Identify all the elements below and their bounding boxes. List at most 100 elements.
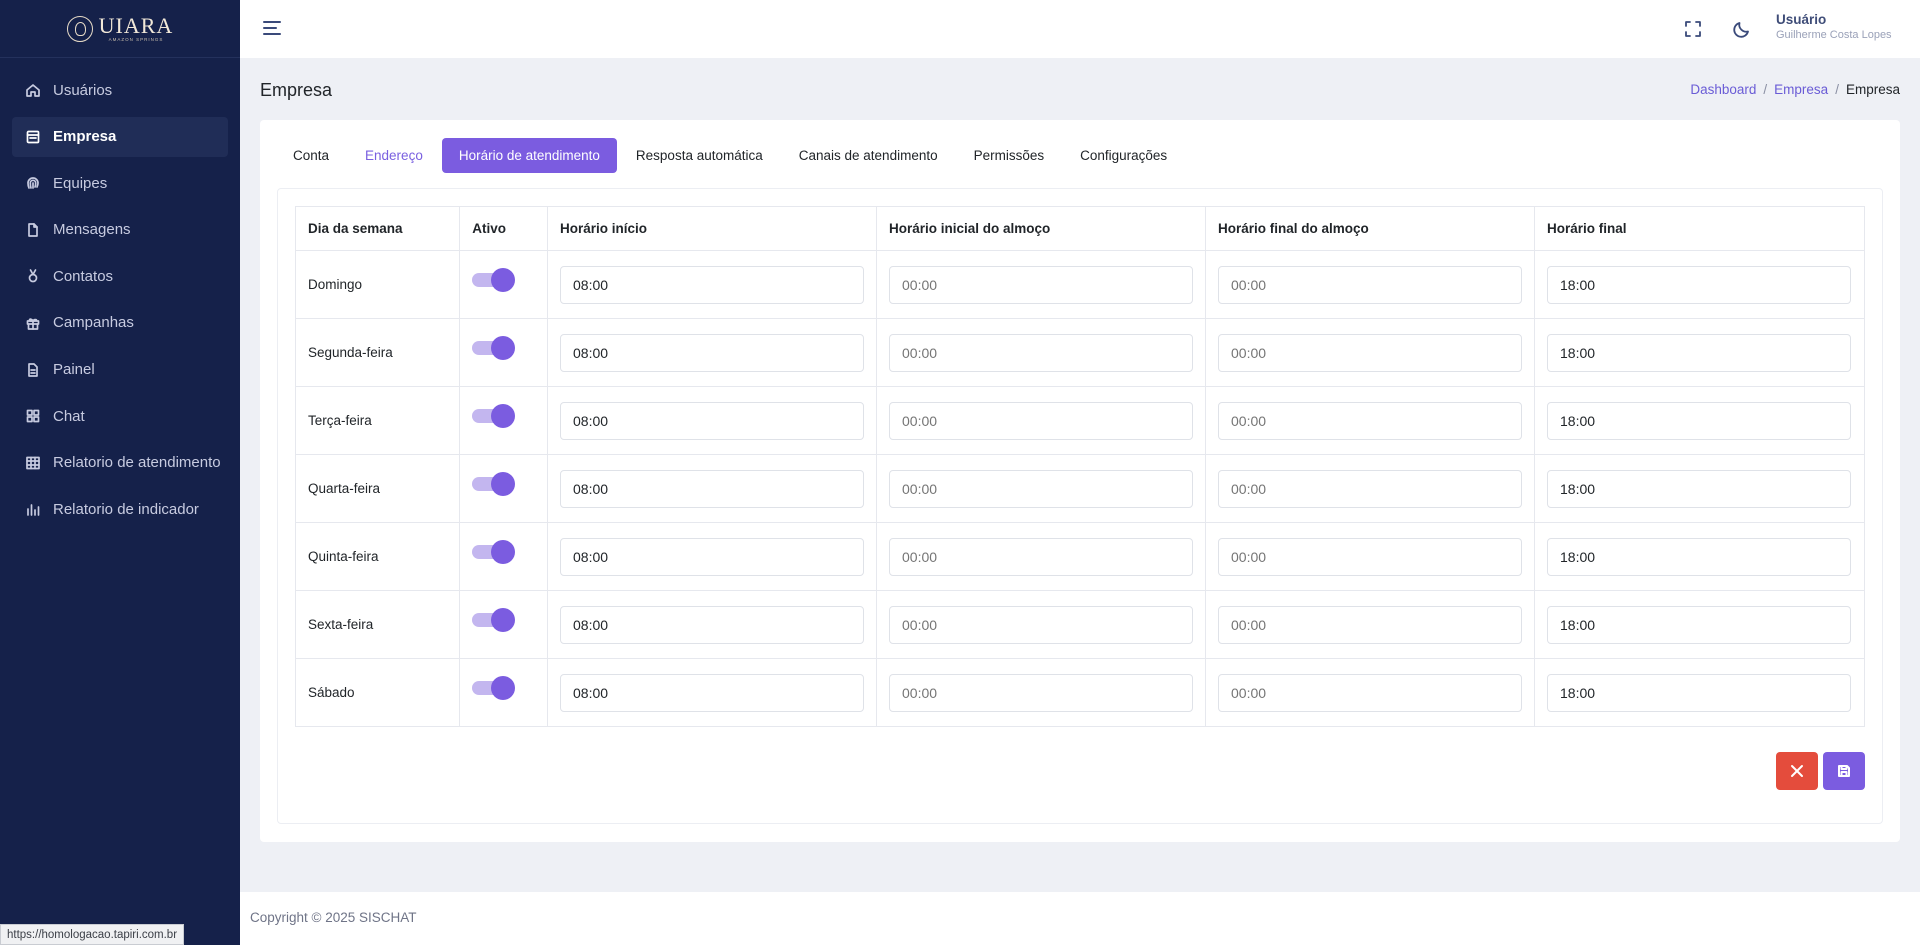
table-header-row: Dia da semana Ativo Horário início Horár…: [294, 206, 1865, 251]
status-bar-url: https://homologacao.tapiri.com.br: [0, 924, 185, 945]
end-time-input[interactable]: [1547, 469, 1851, 508]
start-time-input[interactable]: [560, 605, 864, 644]
tab-horario-de-atendimento[interactable]: Horário de atendimento: [441, 138, 617, 173]
tab-canais-de-atendimento[interactable]: Canais de atendimento: [782, 138, 955, 173]
sidebar-item-relatorio-de-indicador[interactable]: Relatorio de indicador: [12, 489, 228, 529]
lunch-start-input[interactable]: [889, 265, 1193, 304]
sidebar-item-label: Chat: [53, 407, 85, 425]
brand-logo[interactable]: UIARA AMAZON SPRINGS: [0, 0, 240, 58]
header-lunch-start: Horário inicial do almoço: [876, 206, 1206, 251]
start-time-input[interactable]: [560, 469, 864, 508]
brand-name: UIARA: [98, 13, 174, 38]
start-time-input[interactable]: [560, 537, 864, 576]
header-start: Horário início: [547, 206, 877, 251]
sidebar-item-mensagens[interactable]: Mensagens: [12, 210, 228, 250]
save-button[interactable]: [1823, 752, 1865, 790]
day-name: Terça-feira: [294, 386, 461, 455]
sidebar: UIARA AMAZON SPRINGS Usuários Empresa Equi…: [0, 0, 240, 945]
tab-resposta-automatica[interactable]: Resposta automática: [619, 138, 780, 173]
active-toggle[interactable]: [472, 404, 516, 428]
header-active: Ativo: [459, 206, 548, 251]
sidebar-item-label: Equipes: [53, 174, 108, 192]
menu-toggle-icon[interactable]: [262, 18, 282, 38]
lunch-end-input[interactable]: [1218, 537, 1522, 576]
tab-permissoes[interactable]: Permissões: [957, 138, 1062, 173]
day-name: Domingo: [294, 250, 461, 319]
end-time-input[interactable]: [1547, 401, 1851, 440]
header-lunch-end: Horário final do almoço: [1205, 206, 1535, 251]
lunch-start-input[interactable]: [889, 333, 1193, 372]
user-menu[interactable]: Usuário Guilherme Costa Lopes: [1776, 12, 1892, 41]
breadcrumb-empresa[interactable]: Empresa: [1774, 82, 1828, 97]
user-name: Guilherme Costa Lopes: [1776, 29, 1892, 41]
lunch-end-input[interactable]: [1218, 605, 1522, 644]
active-toggle[interactable]: [472, 540, 516, 564]
sidebar-item-campanhas[interactable]: Campanhas: [12, 303, 228, 343]
header-day: Dia da semana: [294, 206, 461, 251]
sidebar-item-contatos[interactable]: Contatos: [12, 256, 228, 296]
end-time-input[interactable]: [1547, 265, 1851, 304]
save-icon: [1838, 765, 1850, 777]
sidebar-item-label: Contatos: [53, 267, 114, 285]
lunch-end-input[interactable]: [1218, 469, 1522, 508]
table-row: Segunda-feira: [294, 318, 1865, 387]
fullscreen-icon[interactable]: [1683, 19, 1703, 39]
end-time-input[interactable]: [1547, 537, 1851, 576]
sidebar-item-label: Campanhas: [53, 314, 134, 332]
page-title: Empresa: [260, 80, 333, 100]
lunch-end-input[interactable]: [1218, 673, 1522, 712]
fingerprint-icon: [25, 175, 41, 191]
lunch-start-input[interactable]: [889, 673, 1193, 712]
logo-mark-icon: [66, 15, 93, 42]
active-toggle[interactable]: [472, 608, 516, 632]
sidebar-item-painel[interactable]: Painel: [12, 350, 228, 390]
day-name: Quinta-feira: [294, 522, 461, 591]
lunch-start-input[interactable]: [889, 605, 1193, 644]
day-name: Segunda-feira: [294, 318, 461, 387]
lunch-end-input[interactable]: [1218, 265, 1522, 304]
active-toggle[interactable]: [472, 268, 516, 292]
sidebar-item-relatorio-de-atendimento[interactable]: Relatorio de atendimento: [12, 443, 228, 483]
active-toggle[interactable]: [472, 472, 516, 496]
gift-icon: [25, 315, 41, 331]
end-time-input[interactable]: [1547, 333, 1851, 372]
table-row: Quinta-feira: [294, 522, 1865, 591]
end-time-input[interactable]: [1547, 605, 1851, 644]
end-time-input[interactable]: [1547, 673, 1851, 712]
lunch-start-input[interactable]: [889, 537, 1193, 576]
active-toggle[interactable]: [472, 676, 516, 700]
active-toggle[interactable]: [472, 336, 516, 360]
active-cell: [459, 318, 548, 387]
building-icon: [25, 129, 41, 145]
sidebar-item-usuarios[interactable]: Usuários: [12, 70, 228, 110]
tab-conta[interactable]: Conta: [276, 138, 346, 173]
lunch-end-input[interactable]: [1218, 333, 1522, 372]
active-cell: [459, 250, 548, 319]
medal-icon: [25, 268, 41, 284]
lunch-start-input[interactable]: [889, 401, 1193, 440]
tab-configuracoes[interactable]: Configurações: [1063, 138, 1184, 173]
sidebar-item-label: Mensagens: [53, 221, 131, 239]
start-time-input[interactable]: [560, 401, 864, 440]
start-time-input[interactable]: [560, 265, 864, 304]
settings-card: Conta Endereço Horário de atendimento Respo…: [260, 120, 1900, 842]
lunch-start-input[interactable]: [889, 469, 1193, 508]
table-row: Quarta-feira: [294, 454, 1865, 523]
start-time-input[interactable]: [560, 333, 864, 372]
sidebar-item-equipes[interactable]: Equipes: [12, 163, 228, 203]
sidebar-item-label: Empresa: [53, 128, 117, 146]
dark-mode-moon-icon[interactable]: [1732, 19, 1752, 39]
file-icon: [25, 222, 41, 238]
sidebar-item-empresa[interactable]: Empresa: [12, 116, 228, 157]
tab-endereco[interactable]: Endereço: [348, 138, 440, 173]
sidebar-item-label: Usuários: [53, 81, 113, 99]
start-time-input[interactable]: [560, 673, 864, 712]
bar-chart-icon: [25, 501, 41, 517]
sidebar-item-chat[interactable]: Chat: [12, 396, 228, 436]
sidebar-item-label: Relatorio de atendimento: [53, 454, 221, 472]
cancel-button[interactable]: [1776, 752, 1818, 790]
breadcrumb-dashboard[interactable]: Dashboard: [1690, 82, 1756, 97]
topbar: Usuário Guilherme Costa Lopes: [240, 0, 1920, 58]
settings-tabs: Conta Endereço Horário de atendimento Respo…: [276, 138, 1186, 173]
lunch-end-input[interactable]: [1218, 401, 1522, 440]
